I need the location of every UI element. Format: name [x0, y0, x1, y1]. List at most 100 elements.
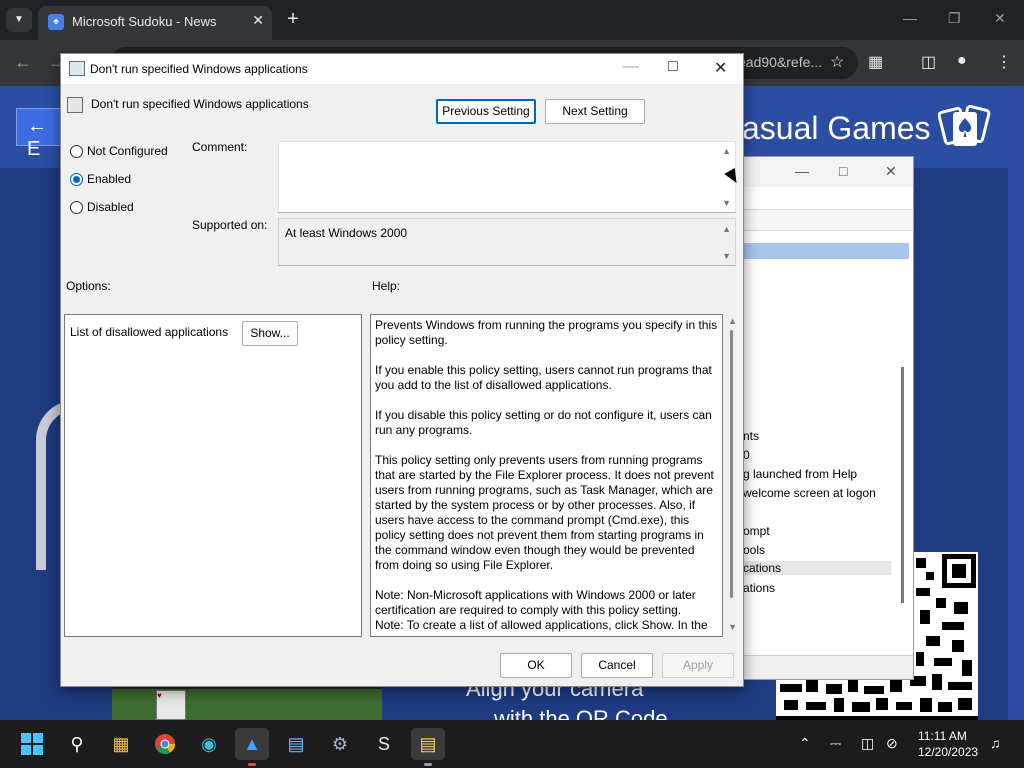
scroll-up-icon[interactable]: ▲: [722, 224, 731, 234]
dialog-title: Don't run specified Windows applications: [90, 62, 308, 76]
menu-icon[interactable]: ⋮: [996, 52, 1012, 72]
help-paragraph: Note: Non-Microsoft applications with Wi…: [375, 588, 696, 617]
clock-time[interactable]: 11:11 AM: [918, 729, 967, 743]
bg-list-item[interactable]: nts: [743, 429, 759, 443]
background-editor-window: — □ ✕ nts 0 g launched from Help welcome…: [742, 156, 914, 680]
clock-date[interactable]: 12/20/2023: [918, 745, 978, 759]
window-close-icon[interactable]: ✕: [994, 10, 1006, 27]
help-paragraph: If you disable this policy setting or do…: [375, 408, 712, 437]
cancel-button[interactable]: Cancel: [581, 653, 653, 678]
radio-disabled-label: Disabled: [87, 200, 134, 214]
bg-list-item[interactable]: ompt: [743, 524, 770, 538]
policy-icon: [69, 61, 85, 76]
back-button-label: E: [27, 138, 41, 160]
back-button[interactable]: ← E: [16, 108, 66, 160]
bg-list-item[interactable]: g launched from Help: [743, 467, 857, 481]
bg-scrollbar[interactable]: [901, 367, 904, 603]
bookmark-star-icon[interactable]: ☆: [830, 52, 844, 72]
supported-on-field: At least Windows 2000 ▲ ▼: [278, 218, 736, 266]
bg-maximize-icon[interactable]: □: [839, 163, 847, 179]
tab-title: Microsoft Sudoku - News: [72, 14, 217, 29]
dialog-minimize-icon: —: [623, 58, 639, 75]
script-icon[interactable]: S: [367, 728, 401, 760]
network-icon[interactable]: ⎓: [830, 735, 841, 752]
bg-list-item[interactable]: welcome screen at logon: [743, 486, 876, 500]
minimize-icon[interactable]: —: [903, 10, 917, 26]
side-panel-icon[interactable]: ◫: [921, 52, 936, 72]
bg-close-icon[interactable]: ✕: [885, 163, 897, 180]
radio-disabled-circle[interactable]: [70, 201, 83, 214]
supported-on-value: At least Windows 2000: [285, 226, 408, 240]
tab-search-button[interactable]: ▼: [6, 8, 32, 32]
policy-editor-icon[interactable]: ▤: [411, 728, 445, 760]
arrow-left-icon: ←: [27, 115, 47, 137]
address-bar-url[interactable]: ead90&refe...: [738, 54, 822, 70]
options-label: Options:: [66, 279, 111, 293]
settings-icon[interactable]: ⚙: [323, 728, 357, 760]
brand-title: asual Games: [742, 110, 931, 146]
bg-list-item[interactable]: ations: [743, 581, 775, 595]
comment-textarea[interactable]: ▲ ▼: [278, 141, 736, 213]
search-icon[interactable]: ⚲: [60, 728, 94, 760]
scroll-up-icon[interactable]: ▲: [728, 316, 737, 326]
chevron-up-icon[interactable]: ⌃: [799, 735, 811, 752]
radio-enabled-circle[interactable]: [70, 173, 83, 186]
dialog-titlebar: Don't run specified Windows applications…: [61, 54, 743, 84]
bg-list-item-selected[interactable]: cations: [743, 561, 891, 575]
help-paragraph: Note: To create a list of allowed applic…: [375, 618, 708, 632]
ok-button[interactable]: OK: [500, 653, 572, 678]
dialog-close-icon[interactable]: ✕: [714, 58, 727, 78]
help-scrollbar[interactable]: ▲ ▼: [727, 316, 737, 636]
game-board-image: [112, 686, 382, 720]
notepad-icon[interactable]: ▤: [279, 728, 313, 760]
help-paragraph: This policy setting only prevents users …: [375, 453, 714, 572]
bg-window-toolbar: [743, 209, 913, 231]
restore-icon[interactable]: ❐: [948, 10, 961, 27]
start-icon[interactable]: [15, 728, 49, 760]
plus-icon[interactable]: +: [282, 8, 304, 30]
playing-card-icon: ♥: [156, 690, 186, 720]
supported-on-label: Supported on:: [192, 218, 268, 232]
running-indicator: [248, 763, 256, 766]
display-icon[interactable]: ◫: [861, 735, 874, 752]
profile-icon[interactable]: ●: [957, 52, 967, 70]
dialog-maximize-icon[interactable]: □: [668, 58, 678, 76]
back-arrow-icon[interactable]: ←: [14, 52, 32, 73]
help-label: Help:: [372, 279, 401, 293]
photos-icon[interactable]: ▲: [235, 728, 269, 760]
scroll-down-icon[interactable]: ▼: [728, 622, 737, 632]
scroll-down-icon[interactable]: ▼: [722, 198, 731, 208]
bg-minimize-icon[interactable]: —: [795, 163, 809, 179]
policy-setting-dialog: Don't run specified Windows applications…: [60, 53, 744, 687]
comment-label: Comment:: [192, 140, 248, 154]
setting-heading: Don't run specified Windows applications: [91, 97, 309, 111]
notification-bell-icon[interactable]: ♫: [990, 735, 1001, 751]
file-explorer-icon[interactable]: ▦: [104, 728, 138, 760]
disallowed-list-label: List of disallowed applications: [70, 325, 229, 339]
help-paragraph: Prevents Windows from running the progra…: [375, 318, 718, 347]
options-pane: List of disallowed applications Show...: [64, 314, 362, 637]
extensions-icon[interactable]: ▦: [868, 52, 883, 72]
radio-not-configured-label: Not Configured: [87, 144, 168, 158]
bg-selected-node[interactable]: [743, 243, 909, 259]
setting-icon: [67, 97, 83, 113]
bg-window-titlebar: — □ ✕: [743, 157, 913, 187]
help-pane: Prevents Windows from running the progra…: [370, 314, 723, 637]
volume-muted-icon[interactable]: ⊘: [886, 735, 898, 752]
help-scroll-thumb[interactable]: [730, 330, 733, 598]
show-button[interactable]: Show...: [242, 321, 298, 346]
edge-icon[interactable]: ◉: [192, 728, 226, 760]
cards-logo-icon: [938, 104, 991, 146]
next-setting-button[interactable]: Next Setting: [545, 99, 645, 124]
radio-not-configured-circle[interactable]: [70, 145, 83, 158]
browser-tab[interactable]: ♠ Microsoft Sudoku - News ✕: [38, 6, 272, 40]
close-icon[interactable]: ✕: [252, 12, 264, 29]
scroll-down-icon[interactable]: ▼: [722, 251, 731, 261]
bg-list-item[interactable]: 0: [743, 448, 750, 462]
scroll-up-icon[interactable]: ▲: [722, 146, 731, 156]
chrome-icon[interactable]: [148, 728, 182, 760]
page-scrollbar[interactable]: [1008, 86, 1024, 720]
sudoku-favicon-icon: ♠: [48, 14, 64, 30]
bg-list-item[interactable]: ools: [743, 543, 765, 557]
previous-setting-button[interactable]: Previous Setting: [436, 99, 536, 124]
